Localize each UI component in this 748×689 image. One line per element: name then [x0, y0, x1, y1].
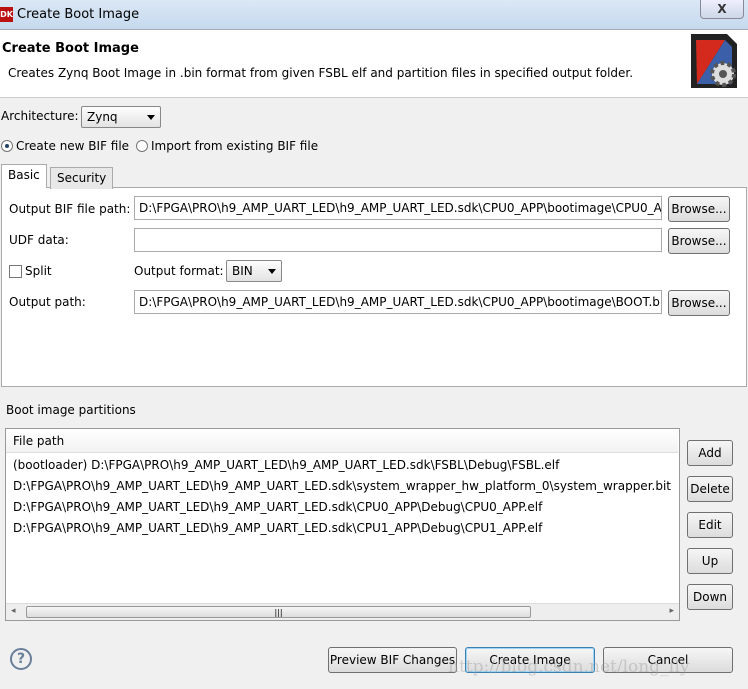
horizontal-scrollbar[interactable]: ◂ ||| ▸	[6, 603, 679, 620]
udf-label: UDF data:	[9, 233, 69, 247]
tab-security[interactable]: Security	[50, 167, 114, 189]
table-row[interactable]: D:\FPGA\PRO\h9_AMP_UART_LED\h9_AMP_UART_…	[13, 479, 671, 493]
preview-bif-button[interactable]: Preview BIF Changes	[328, 647, 457, 673]
architecture-label: Architecture:	[1, 109, 79, 123]
dialog-header: Create Boot Image Creates Zynq Boot Imag…	[0, 30, 748, 98]
output-format-select[interactable]: BIN	[226, 260, 282, 282]
architecture-value: Zynq	[87, 110, 118, 124]
watermark: http://blog.csdn.net/long_fly	[448, 657, 690, 677]
chevron-down-icon	[147, 115, 155, 120]
output-bif-label: Output BIF file path:	[9, 202, 131, 216]
scrollbar-thumb[interactable]: |||	[26, 606, 531, 618]
up-button[interactable]: Up	[687, 548, 733, 574]
browse-output-button[interactable]: Browse...	[668, 290, 730, 316]
table-row[interactable]: (bootloader) D:\FPGA\PRO\h9_AMP_UART_LED…	[13, 458, 559, 472]
create-new-bif-radio[interactable]	[1, 140, 13, 152]
add-button[interactable]: Add	[687, 440, 733, 466]
partitions-label: Boot image partitions	[6, 403, 136, 417]
udf-input[interactable]	[134, 228, 662, 252]
create-new-bif-label: Create new BIF file	[16, 139, 130, 153]
output-path-input[interactable]: D:\FPGA\PRO\h9_AMP_UART_LED\h9_AMP_UART_…	[134, 290, 662, 314]
app-icon: DK	[0, 7, 13, 22]
down-button[interactable]: Down	[687, 584, 733, 610]
output-bif-input[interactable]: D:\FPGA\PRO\h9_AMP_UART_LED\h9_AMP_UART_…	[134, 196, 662, 220]
window-title: Create Boot Image	[17, 7, 140, 22]
output-format-value: BIN	[232, 264, 253, 278]
browse-bif-button[interactable]: Browse...	[668, 196, 730, 222]
title-bar: DK Create Boot Image X	[0, 0, 748, 30]
column-header-file-path[interactable]: File path	[6, 429, 678, 453]
scroll-right-icon[interactable]: ▸	[669, 606, 674, 616]
close-button[interactable]: X	[700, 0, 744, 19]
import-bif-radio[interactable]	[136, 140, 148, 152]
delete-button[interactable]: Delete	[687, 476, 733, 502]
scroll-left-icon[interactable]: ◂	[11, 606, 16, 616]
edit-button[interactable]: Edit	[687, 512, 733, 538]
browse-udf-button[interactable]: Browse...	[668, 228, 730, 254]
table-row[interactable]: D:\FPGA\PRO\h9_AMP_UART_LED\h9_AMP_UART_…	[13, 500, 542, 514]
table-row[interactable]: D:\FPGA\PRO\h9_AMP_UART_LED\h9_AMP_UART_…	[13, 521, 542, 535]
output-path-label: Output path:	[9, 295, 86, 309]
chevron-down-icon	[268, 269, 276, 274]
tab-basic[interactable]: Basic	[1, 164, 47, 188]
split-label: Split	[25, 264, 52, 278]
architecture-select[interactable]: Zynq	[81, 106, 161, 128]
partitions-table: File path (bootloader) D:\FPGA\PRO\h9_AM…	[5, 428, 680, 621]
header-title: Create Boot Image	[2, 41, 139, 56]
output-format-label: Output format:	[134, 264, 224, 278]
import-bif-label: Import from existing BIF file	[151, 139, 319, 153]
boot-image-gear-icon	[691, 34, 737, 88]
split-checkbox[interactable]	[9, 265, 22, 278]
help-icon[interactable]: ?	[10, 648, 32, 670]
header-description: Creates Zynq Boot Image in .bin format f…	[8, 66, 634, 80]
